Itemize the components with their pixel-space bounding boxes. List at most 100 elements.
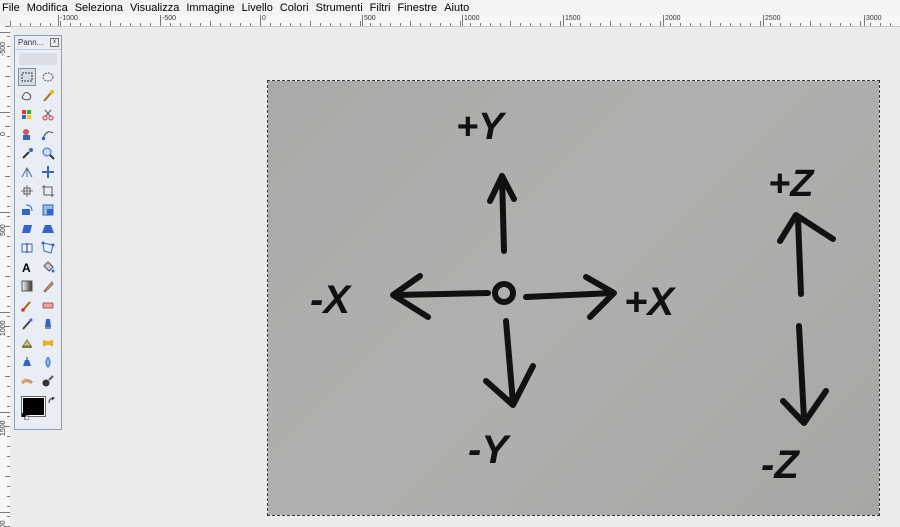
eraser-icon[interactable] xyxy=(39,296,57,314)
menu-immagine[interactable]: Immagine xyxy=(186,2,234,14)
free-select-icon[interactable] xyxy=(18,87,36,105)
rotate-icon[interactable] xyxy=(18,201,36,219)
bucket-fill-icon[interactable] xyxy=(39,258,57,276)
measure-icon[interactable] xyxy=(18,163,36,181)
ruler-minor-tick xyxy=(590,23,591,26)
menu-bar: File Modifica Seleziona Visualizza Immagine L… xyxy=(0,0,900,16)
menu-modifica[interactable]: Modifica xyxy=(27,2,68,14)
menu-filtri[interactable]: Filtri xyxy=(370,2,391,14)
paintbrush-icon[interactable] xyxy=(18,296,36,314)
text-icon[interactable]: A xyxy=(18,258,36,276)
minus-z-arrow-shaft xyxy=(796,323,807,422)
menu-livello[interactable]: Livello xyxy=(242,2,273,14)
ruler-minor-tick xyxy=(350,23,351,26)
ruler-minor-tick xyxy=(640,23,641,26)
blend-icon[interactable] xyxy=(18,277,36,295)
close-icon[interactable]: x xyxy=(50,38,59,47)
plus-y-arrow-shaft xyxy=(499,173,507,254)
color-picker-icon[interactable] xyxy=(18,144,36,162)
dodge-burn-icon[interactable] xyxy=(39,372,57,390)
swap-colors-icon[interactable] xyxy=(48,397,56,405)
ruler-minor-tick xyxy=(830,23,831,26)
ruler-label: -1000 xyxy=(60,15,78,22)
airbrush-icon[interactable] xyxy=(18,315,36,333)
ruler-minor-tick xyxy=(100,23,101,26)
ruler-minor-tick xyxy=(740,23,741,26)
color-area xyxy=(15,393,61,421)
ruler-minor-tick xyxy=(450,23,451,26)
menu-file[interactable]: File xyxy=(2,2,20,14)
image-canvas[interactable]: +Y -X +X -Y +Z -Z xyxy=(267,80,880,516)
move-icon[interactable] xyxy=(39,163,57,181)
toolbox-title-bar[interactable]: Pann... x xyxy=(15,36,61,50)
shear-icon[interactable] xyxy=(18,220,36,238)
ruler-label: 2500 xyxy=(765,15,781,22)
ruler-minor-tick xyxy=(330,23,331,26)
ruler-minor-tick xyxy=(200,23,201,26)
label-minus-x: -X xyxy=(310,278,352,322)
ruler-label: 1000 xyxy=(464,15,480,22)
menu-aiuto[interactable]: Aiuto xyxy=(444,2,469,14)
ruler-minor-tick xyxy=(50,23,51,26)
ruler-tick xyxy=(864,15,865,26)
ruler-minor-tick xyxy=(460,21,461,26)
menu-finestre[interactable]: Finestre xyxy=(397,2,437,14)
fuzzy-select-icon[interactable] xyxy=(39,87,57,105)
default-colors-icon[interactable] xyxy=(22,413,29,420)
smudge-icon[interactable] xyxy=(18,372,36,390)
wilber-drop-area[interactable] xyxy=(19,53,57,65)
clone-icon[interactable] xyxy=(18,334,36,352)
ruler-tick xyxy=(0,212,10,213)
perspective-clone-icon[interactable] xyxy=(18,353,36,371)
horizontal-ruler[interactable]: -1000 -500 0 500 1000 1500 2000 2500 3000 xyxy=(10,15,900,27)
ruler-minor-tick xyxy=(250,23,251,26)
heal-icon[interactable] xyxy=(39,334,57,352)
ruler-minor-tick xyxy=(500,23,501,26)
menu-colori[interactable]: Colori xyxy=(280,2,309,14)
ruler-minor-tick xyxy=(650,23,651,26)
ruler-minor-tick xyxy=(680,23,681,26)
ruler-minor-tick xyxy=(870,23,871,26)
ruler-tick xyxy=(0,412,10,413)
flip-icon[interactable] xyxy=(18,239,36,257)
blur-icon[interactable] xyxy=(39,353,57,371)
scissors-select-icon[interactable] xyxy=(39,106,57,124)
canvas-area[interactable]: +Y -X +X -Y +Z -Z xyxy=(10,27,900,527)
label-plus-x: +X xyxy=(624,280,676,324)
ruler-minor-tick xyxy=(480,23,481,26)
origin-circle xyxy=(492,281,516,305)
ruler-minor-tick xyxy=(230,23,231,26)
ruler-minor-tick xyxy=(850,23,851,26)
ruler-minor-tick xyxy=(260,21,261,26)
ruler-label: -500 xyxy=(0,41,7,56)
ruler-label: 2000 xyxy=(665,15,681,22)
paths-icon[interactable] xyxy=(39,125,57,143)
perspective-icon[interactable] xyxy=(39,220,57,238)
zoom-icon[interactable] xyxy=(39,144,57,162)
menu-seleziona[interactable]: Seleziona xyxy=(75,2,123,14)
ruler-tick xyxy=(362,15,363,26)
ruler-minor-tick xyxy=(800,23,801,26)
ruler-minor-tick xyxy=(540,23,541,26)
rect-select-icon[interactable] xyxy=(18,68,36,86)
scale-icon[interactable] xyxy=(39,201,57,219)
ellipse-select-icon[interactable] xyxy=(39,68,57,86)
ink-icon[interactable] xyxy=(39,315,57,333)
menu-strumenti[interactable]: Strumenti xyxy=(316,2,363,14)
menu-visualizza[interactable]: Visualizza xyxy=(130,2,179,14)
color-select-icon[interactable] xyxy=(18,106,36,124)
ruler-minor-tick xyxy=(820,23,821,26)
ruler-minor-tick xyxy=(770,23,771,26)
crop-icon[interactable] xyxy=(39,182,57,200)
cage-icon[interactable] xyxy=(39,239,57,257)
ruler-label: 0 xyxy=(0,132,7,136)
foreground-select-icon[interactable] xyxy=(18,125,36,143)
pencil-icon[interactable] xyxy=(39,277,57,295)
align-icon[interactable] xyxy=(18,182,36,200)
ruler-tick xyxy=(0,312,10,313)
ruler-minor-tick xyxy=(750,23,751,26)
plus-x-arrow-shaft xyxy=(523,290,616,300)
label-plus-y: +Y xyxy=(456,106,507,148)
ruler-label: 3000 xyxy=(866,15,882,22)
ruler-minor-tick xyxy=(490,23,491,26)
